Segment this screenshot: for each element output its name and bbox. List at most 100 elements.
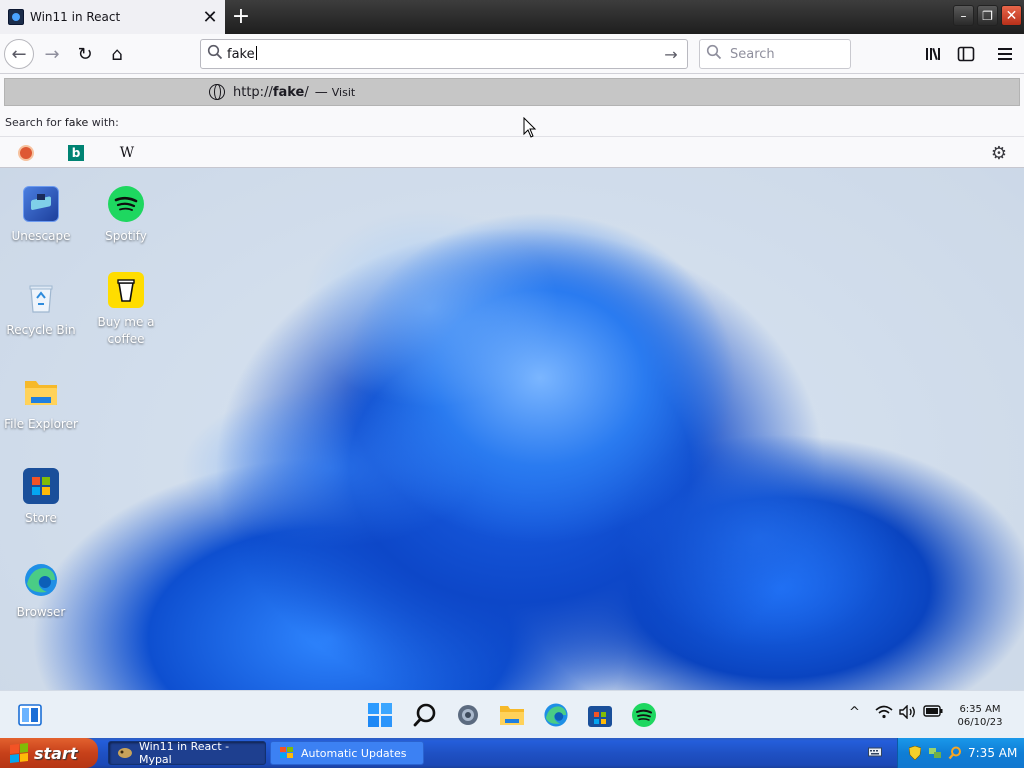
search-icon xyxy=(413,703,436,727)
globe-icon xyxy=(209,84,225,100)
settings-taskbar-button[interactable] xyxy=(454,701,482,729)
suggestion-url: http://fake/ xyxy=(233,84,309,100)
desktop-icon-recycle-bin[interactable]: Recycle Bin xyxy=(0,280,82,339)
desktop-icon-spotify[interactable]: Spotify xyxy=(85,186,167,245)
widgets-icon xyxy=(18,704,42,726)
start-label: start xyxy=(34,743,78,763)
home-button[interactable]: ⌂ xyxy=(102,39,132,69)
library-icon xyxy=(926,47,940,61)
wallpaper-bloom xyxy=(620,428,900,648)
windows-flag-icon xyxy=(10,743,28,763)
bing-button[interactable]: b xyxy=(66,143,86,163)
gear-icon: ⚙ xyxy=(990,142,1008,164)
search-taskbar-button[interactable] xyxy=(411,701,439,729)
search-input[interactable] xyxy=(730,46,840,62)
desktop-icon-label: Store xyxy=(25,511,57,525)
go-arrow-icon[interactable]: → xyxy=(661,45,681,64)
xp-notification-area: 7:35 AM xyxy=(897,738,1024,768)
edge-browser-icon xyxy=(23,562,59,598)
duckduckgo-icon xyxy=(18,145,34,161)
sidebar-icon xyxy=(957,46,975,62)
coffee-cup-icon xyxy=(108,272,144,308)
wikipedia-icon: W xyxy=(119,145,135,161)
search-magnifier-icon[interactable] xyxy=(948,746,962,760)
search-settings-button[interactable]: ⚙ xyxy=(988,142,1010,164)
desktop-icon-label: File Explorer xyxy=(4,417,78,431)
widgets-button[interactable] xyxy=(16,701,44,729)
clock-time: 6:35 AM xyxy=(959,704,1001,715)
folder-icon xyxy=(500,706,524,725)
duckduckgo-button[interactable] xyxy=(16,143,36,163)
store-taskbar-button[interactable] xyxy=(586,701,614,729)
suggestion-separator: — xyxy=(314,84,328,100)
windows-update-icon xyxy=(280,747,293,758)
start-button[interactable] xyxy=(366,701,394,729)
wallpaper-bloom xyxy=(180,388,480,548)
taskbar-item-automatic-updates[interactable]: Automatic Updates xyxy=(270,741,424,765)
back-button[interactable]: ← xyxy=(4,39,34,69)
xp-taskbar: start Win11 in React - Mypal Automatic U… xyxy=(0,738,1024,768)
desktop-icon-label: Unescape xyxy=(11,229,71,243)
close-window-button[interactable]: ✕ xyxy=(1001,5,1022,26)
desktop-icon-unescape[interactable]: Unescape xyxy=(0,186,82,245)
xp-start-button[interactable]: start xyxy=(0,738,98,768)
spotify-taskbar-button[interactable] xyxy=(630,701,658,729)
navigation-toolbar: ← → ↻ ⌂ fake → xyxy=(0,34,1024,74)
tab-strip: Win11 in React ✕ + – ❐ ✕ xyxy=(0,0,1024,34)
url-input[interactable]: fake xyxy=(227,46,661,62)
menu-button[interactable] xyxy=(990,39,1020,69)
desktop-icon-file-explorer[interactable]: File Explorer xyxy=(0,374,82,433)
network-icon[interactable] xyxy=(928,746,942,760)
search-bar[interactable] xyxy=(699,39,851,69)
clock-date: 06/10/23 xyxy=(957,717,1003,728)
edge-taskbar-button[interactable] xyxy=(542,701,570,729)
taskbar-item-mypal[interactable]: Win11 in React - Mypal xyxy=(108,740,266,766)
mouse-cursor-icon xyxy=(523,117,537,138)
search-icon xyxy=(207,44,227,64)
store-icon xyxy=(588,706,612,727)
desktop-icon-label: Recycle Bin xyxy=(6,323,76,337)
minimize-button[interactable]: – xyxy=(953,5,974,26)
desktop-icon-buy-me-a-coffee[interactable]: Buy me a coffee xyxy=(85,272,167,348)
url-suggestions-dropdown: http://fake/ — Visit Search for fake wit… xyxy=(0,74,1024,168)
security-shield-icon[interactable] xyxy=(908,746,922,760)
spotify-icon xyxy=(632,703,656,727)
suggestion-action: Visit xyxy=(331,85,356,99)
desktop-icon-label: Browser xyxy=(16,605,66,619)
keyboard-icon[interactable] xyxy=(868,746,882,758)
browser-tab[interactable]: Win11 in React ✕ xyxy=(0,0,225,34)
wallpaper-bloom xyxy=(300,208,560,408)
spotify-icon xyxy=(108,186,144,222)
wifi-icon[interactable] xyxy=(875,705,893,723)
file-explorer-taskbar-button[interactable] xyxy=(498,701,526,729)
desktop-icon-label: Buy me a coffee xyxy=(97,315,155,346)
desktop-wallpaper[interactable]: Unescape Spotify Recycle Bin Buy me a co… xyxy=(0,168,1024,690)
mypal-browser-icon xyxy=(117,748,132,758)
site-favicon-icon xyxy=(8,9,24,25)
unescape-icon xyxy=(23,186,59,222)
xp-clock[interactable]: 7:35 AM xyxy=(968,746,1017,760)
search-with-label: Search for fake with: xyxy=(5,116,119,129)
reload-button[interactable]: ↻ xyxy=(70,39,100,69)
desktop-icon-store[interactable]: Store xyxy=(0,468,82,527)
win11-clock[interactable]: 6:35 AM 06/10/23 xyxy=(950,703,1010,729)
battery-icon[interactable] xyxy=(923,705,943,721)
tray-overflow-chevron-icon[interactable]: ^ xyxy=(849,705,860,720)
wikipedia-button[interactable]: W xyxy=(117,143,137,163)
visit-url-suggestion[interactable]: http://fake/ — Visit xyxy=(4,78,1020,106)
volume-icon[interactable] xyxy=(899,704,917,723)
tab-close-icon[interactable]: ✕ xyxy=(201,7,219,28)
forward-button[interactable]: → xyxy=(37,39,67,69)
restore-button[interactable]: ❐ xyxy=(977,5,998,26)
new-tab-button[interactable]: + xyxy=(229,4,253,29)
library-button[interactable] xyxy=(919,39,949,69)
search-icon xyxy=(706,44,730,64)
sidebar-button[interactable] xyxy=(951,39,981,69)
desktop-icon-browser[interactable]: Browser xyxy=(0,562,82,621)
desktop-icon-label: Spotify xyxy=(105,229,147,243)
settings-gear-icon xyxy=(458,705,478,725)
url-bar[interactable]: fake → xyxy=(200,39,688,69)
windows-logo-icon xyxy=(368,703,392,727)
bing-icon: b xyxy=(68,145,84,161)
folder-icon xyxy=(23,374,59,410)
